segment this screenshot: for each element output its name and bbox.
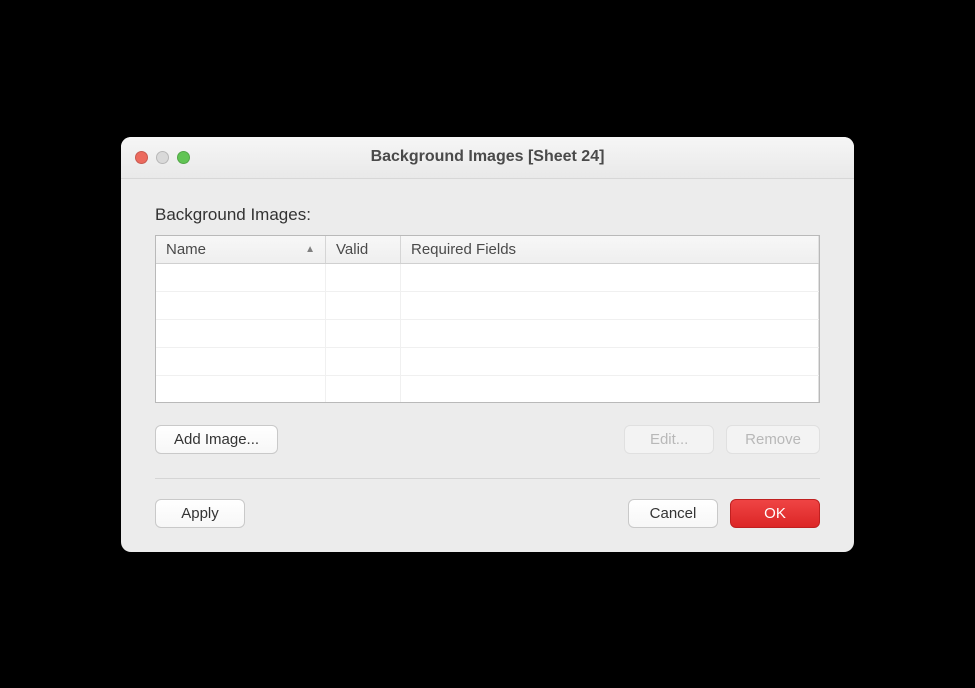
table-row[interactable]: [156, 264, 819, 292]
cell-required-fields: [401, 320, 819, 347]
divider: [155, 478, 820, 479]
cell-valid: [326, 376, 401, 403]
table-body[interactable]: [156, 264, 819, 402]
cell-valid: [326, 348, 401, 375]
footer-buttons-row: Apply Cancel OK: [155, 499, 820, 528]
cell-required-fields: [401, 292, 819, 319]
table-row[interactable]: [156, 292, 819, 320]
add-image-button[interactable]: Add Image...: [155, 425, 278, 454]
cell-name: [156, 264, 326, 291]
table-row[interactable]: [156, 348, 819, 376]
cell-required-fields: [401, 348, 819, 375]
column-header-valid[interactable]: Valid: [326, 236, 401, 263]
minimize-icon: [156, 151, 169, 164]
edit-button: Edit...: [624, 425, 714, 454]
cancel-button[interactable]: Cancel: [628, 499, 718, 528]
cell-name: [156, 320, 326, 347]
cell-name: [156, 292, 326, 319]
traffic-lights: [121, 151, 190, 164]
column-header-valid-label: Valid: [336, 241, 368, 258]
cell-name: [156, 376, 326, 403]
column-header-name-label: Name: [166, 241, 206, 258]
close-icon[interactable]: [135, 151, 148, 164]
cell-valid: [326, 292, 401, 319]
table-header: Name ▲ Valid Required Fields: [156, 236, 819, 264]
dialog-content: Background Images: Name ▲ Valid Required…: [121, 179, 854, 552]
column-header-name[interactable]: Name ▲: [156, 236, 326, 263]
window-title: Background Images [Sheet 24]: [121, 148, 854, 166]
zoom-icon[interactable]: [177, 151, 190, 164]
sort-ascending-icon: ▲: [305, 244, 315, 255]
remove-button: Remove: [726, 425, 820, 454]
column-header-required-fields[interactable]: Required Fields: [401, 236, 819, 263]
column-header-required-fields-label: Required Fields: [411, 241, 516, 258]
ok-button[interactable]: OK: [730, 499, 820, 528]
table-buttons-row: Add Image... Edit... Remove: [155, 425, 820, 454]
titlebar: Background Images [Sheet 24]: [121, 137, 854, 179]
images-table: Name ▲ Valid Required Fields: [155, 235, 820, 403]
cell-required-fields: [401, 264, 819, 291]
table-row[interactable]: [156, 320, 819, 348]
cell-valid: [326, 264, 401, 291]
cell-required-fields: [401, 376, 819, 403]
dialog-window: Background Images [Sheet 24] Background …: [121, 137, 854, 552]
cell-name: [156, 348, 326, 375]
apply-button[interactable]: Apply: [155, 499, 245, 528]
cell-valid: [326, 320, 401, 347]
section-label: Background Images:: [155, 205, 820, 225]
table-row[interactable]: [156, 376, 819, 403]
